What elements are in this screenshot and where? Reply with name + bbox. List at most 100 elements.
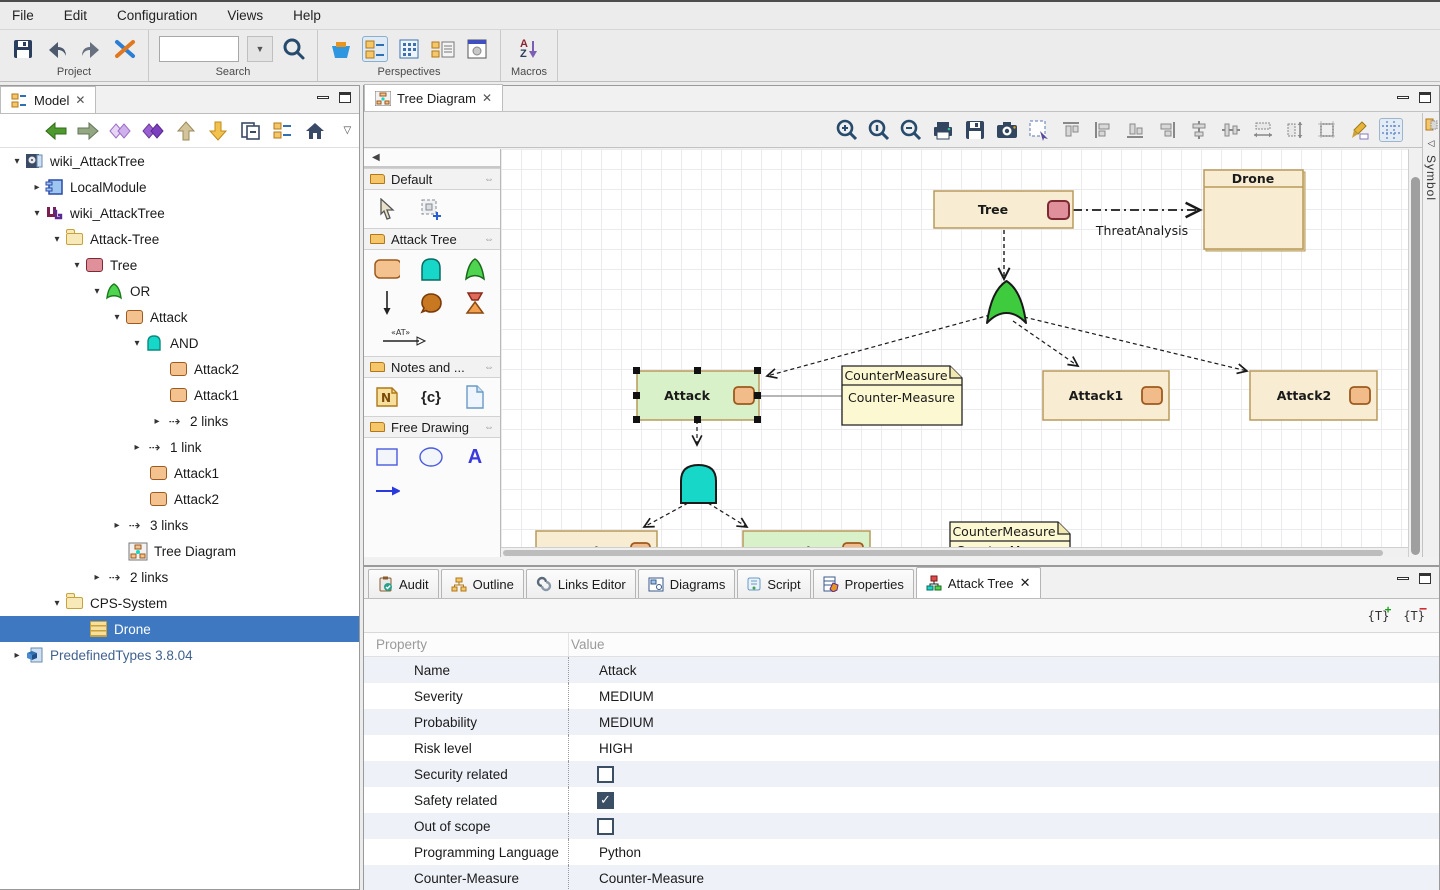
multi-select-tool[interactable] xyxy=(418,198,444,220)
align-right-icon[interactable] xyxy=(1155,118,1179,142)
node-drone[interactable]: Drone xyxy=(1204,170,1305,251)
maximize-icon[interactable] xyxy=(339,92,351,103)
property-value[interactable]: HIGH xyxy=(569,735,633,761)
same-height-icon[interactable] xyxy=(1283,118,1307,142)
note-tool[interactable]: N xyxy=(374,386,400,408)
link-and-to-attack2[interactable] xyxy=(644,503,688,527)
minimize-icon[interactable] xyxy=(317,96,329,99)
model-perspective-icon[interactable] xyxy=(362,36,388,62)
tree-item-attack-tree-folder[interactable]: ▾Attack-Tree xyxy=(0,226,359,252)
timer-node-tool[interactable] xyxy=(462,292,488,314)
node-attack[interactable]: Attack xyxy=(633,367,761,423)
align-bottom-icon[interactable] xyxy=(1123,118,1147,142)
property-value[interactable]: MEDIUM xyxy=(569,683,654,709)
tab-tree-diagram[interactable]: Tree Diagram ✕ xyxy=(364,84,503,111)
sort-az-macros-icon[interactable]: A Z xyxy=(516,36,542,62)
capture-zone-icon[interactable] xyxy=(1027,118,1051,142)
maximize-icon[interactable] xyxy=(1419,92,1431,103)
save-diagram-icon[interactable] xyxy=(963,118,987,142)
property-value[interactable]: Counter-Measure xyxy=(569,865,704,890)
link-and-to-attack1[interactable] xyxy=(708,503,747,527)
maximize-icon[interactable] xyxy=(1419,573,1431,584)
tree-item-links-2a[interactable]: ▸⇢2 links xyxy=(0,408,359,434)
property-value[interactable]: MEDIUM xyxy=(569,709,654,735)
property-value[interactable]: Python xyxy=(569,839,641,865)
fit-frame-icon[interactable] xyxy=(1315,118,1339,142)
tree-item-attack1-or[interactable]: Attack1 xyxy=(0,460,359,486)
ellipse-tool[interactable] xyxy=(418,446,444,468)
tab-audit[interactable]: Audit xyxy=(368,569,439,598)
symbol-side-tab[interactable]: ◁ Symbol xyxy=(1422,113,1439,557)
save-icon[interactable] xyxy=(10,36,36,62)
tree-item-links-1[interactable]: ▸⇢1 link xyxy=(0,434,359,460)
grid-perspective-icon[interactable] xyxy=(396,36,422,62)
undo-icon[interactable] xyxy=(44,36,70,62)
tree-item-links-2b[interactable]: ▸⇢2 links xyxy=(0,564,359,590)
bucket-perspective-icon[interactable] xyxy=(328,36,354,62)
zoom-reset-icon[interactable] xyxy=(867,118,891,142)
tree-view-icon[interactable] xyxy=(271,119,294,143)
countermeasure-node-tool[interactable] xyxy=(418,292,444,314)
tab-diagrams[interactable]: Diagrams xyxy=(638,569,736,598)
navigate-forward-icon[interactable] xyxy=(76,119,99,143)
zoom-in-icon[interactable] xyxy=(835,118,859,142)
or-gate[interactable] xyxy=(987,281,1026,323)
center-vertical-icon[interactable] xyxy=(1187,118,1211,142)
search-icon[interactable] xyxy=(281,36,307,62)
print-icon[interactable] xyxy=(931,118,955,142)
and-gate[interactable] xyxy=(681,465,716,503)
close-icon[interactable]: ✕ xyxy=(482,91,492,105)
search-dropdown-button[interactable]: ▼ xyxy=(247,36,273,62)
tree-item-attack2[interactable]: Attack2 xyxy=(0,356,359,382)
palette-section-default[interactable]: Default ⇔ xyxy=(364,168,500,190)
and-gate-tool[interactable] xyxy=(418,258,444,280)
close-icon[interactable]: ✕ xyxy=(1020,575,1031,591)
tree-item-or[interactable]: ▾OR xyxy=(0,278,359,304)
view-menu-chevron-icon[interactable]: ▽ xyxy=(336,119,359,143)
vertical-scrollbar[interactable] xyxy=(1408,149,1421,557)
move-down-icon[interactable] xyxy=(207,119,230,143)
pointer-tool[interactable] xyxy=(374,198,400,220)
tree-item-tree-diagram[interactable]: Tree Diagram xyxy=(0,538,359,564)
remove-tag-button[interactable]: {T}− xyxy=(1403,609,1425,623)
tree-item-attack[interactable]: ▾Attack xyxy=(0,304,359,330)
tree-item-attack1[interactable]: Attack1 xyxy=(0,382,359,408)
toggle-grid-icon[interactable] xyxy=(1379,118,1403,142)
menu-help[interactable]: Help xyxy=(293,8,321,23)
align-top-icon[interactable] xyxy=(1059,118,1083,142)
document-tool[interactable] xyxy=(462,386,488,408)
tree-item-and[interactable]: ▾AND xyxy=(0,330,359,356)
add-tag-button[interactable]: {T}+ xyxy=(1368,609,1390,623)
close-icon[interactable]: ✕ xyxy=(75,93,85,107)
menu-file[interactable]: File xyxy=(12,8,34,23)
next-diamond-icon[interactable] xyxy=(142,119,166,143)
navigate-back-icon[interactable] xyxy=(44,119,67,143)
tab-properties[interactable]: Properties xyxy=(813,569,914,598)
palette-section-notes[interactable]: Notes and ... ⇔ xyxy=(364,356,500,378)
duplicate-icon[interactable] xyxy=(239,119,262,143)
search-input[interactable] xyxy=(159,36,239,62)
module-list-perspective-icon[interactable] xyxy=(430,36,456,62)
tree-item-attack2-or[interactable]: Attack2 xyxy=(0,486,359,512)
window-perspective-icon[interactable] xyxy=(464,36,490,62)
out-of-scope-checkbox[interactable] xyxy=(597,818,614,835)
tree-item-cps-system[interactable]: ▾CPS-System xyxy=(0,590,359,616)
or-gate-tool[interactable] xyxy=(462,258,488,280)
zoom-out-icon[interactable] xyxy=(899,118,923,142)
settings-tools-icon[interactable] xyxy=(112,36,138,62)
minimize-icon[interactable] xyxy=(1397,96,1409,99)
redo-icon[interactable] xyxy=(78,36,104,62)
node-attack1[interactable]: Attack1 xyxy=(1043,371,1169,420)
palette-section-free-drawing[interactable]: Free Drawing ⇔ xyxy=(364,416,500,438)
tree-item-model-root[interactable]: ▾wiki_AttackTree xyxy=(0,200,359,226)
menu-views[interactable]: Views xyxy=(227,8,263,23)
tab-model[interactable]: Model ✕ xyxy=(0,86,96,113)
palette-collapse-button[interactable]: ◀ xyxy=(364,149,500,168)
tree-item-drone[interactable]: Drone xyxy=(0,616,359,642)
tab-outline[interactable]: Outline xyxy=(441,569,524,598)
tree-item-project[interactable]: ▾wiki_AttackTree xyxy=(0,148,359,174)
horizontal-scrollbar[interactable] xyxy=(501,547,1411,557)
note-countermeasure-1[interactable]: CounterMeasure Counter-Measure xyxy=(842,366,962,425)
attack-node-tool[interactable] xyxy=(374,258,400,280)
align-left-icon[interactable] xyxy=(1091,118,1115,142)
